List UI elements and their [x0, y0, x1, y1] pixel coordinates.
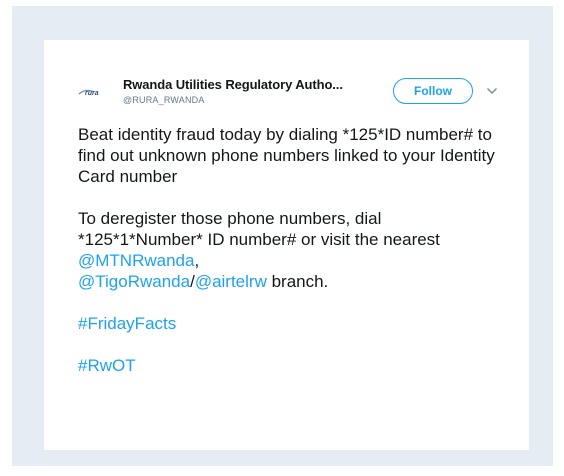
- mention-mtnrwanda[interactable]: @MTNRwanda: [78, 251, 194, 270]
- mention-tigorwanda[interactable]: @TigoRwanda: [78, 272, 190, 291]
- hashtag-fridayfacts[interactable]: #FridayFacts: [78, 313, 508, 334]
- mention-airtelrw[interactable]: @airtelrw: [195, 272, 267, 291]
- tweet-text: Beat identity fraud today by dialing *12…: [78, 124, 508, 397]
- tweet-card: rura Rwanda Utilities Regulatory Autho..…: [44, 40, 529, 450]
- branch-text: branch.: [266, 272, 329, 291]
- follow-button[interactable]: Follow: [393, 78, 473, 104]
- logo-text: rura: [85, 90, 99, 97]
- chevron-down-icon[interactable]: [485, 84, 499, 98]
- tweet-header: rura Rwanda Utilities Regulatory Autho..…: [44, 76, 529, 112]
- paragraph-2-text: To deregister those phone numbers, dial …: [78, 209, 440, 249]
- author-name[interactable]: Rwanda Utilities Regulatory Autho...: [123, 77, 343, 92]
- rura-logo[interactable]: rura: [78, 84, 110, 98]
- tweet-paragraph-2: To deregister those phone numbers, dial …: [78, 208, 508, 292]
- comma-text: ,: [194, 251, 200, 270]
- hashtag-rwot[interactable]: #RwOT: [78, 355, 508, 376]
- author-handle[interactable]: @RURA_RWANDA: [123, 95, 205, 105]
- screenshot-frame: rura Rwanda Utilities Regulatory Autho..…: [12, 6, 553, 466]
- tweet-paragraph-1: Beat identity fraud today by dialing *12…: [78, 125, 495, 186]
